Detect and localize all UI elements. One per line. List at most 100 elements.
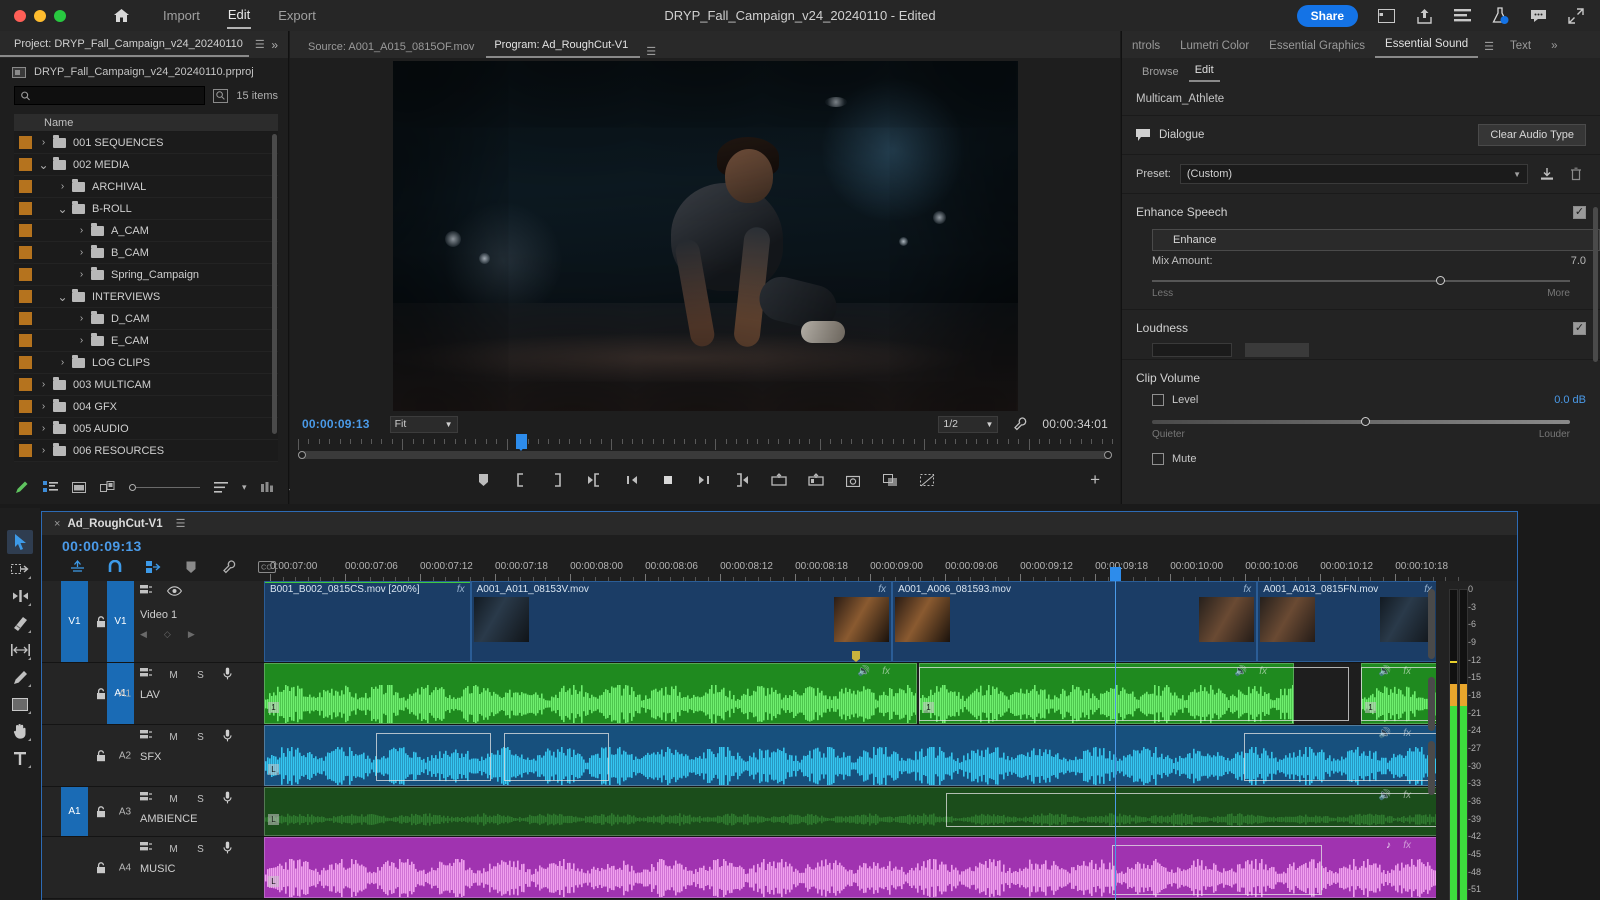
queue-icon[interactable] bbox=[1452, 6, 1472, 26]
add-marker-icon[interactable] bbox=[473, 471, 493, 489]
tab-text[interactable]: Text bbox=[1500, 35, 1541, 58]
chevron-right-icon[interactable]: › bbox=[76, 225, 87, 236]
enhance-speech-checkbox[interactable]: ✓ bbox=[1573, 206, 1586, 219]
loudness-preset-button[interactable] bbox=[1245, 343, 1309, 357]
rectangle-tool[interactable] bbox=[7, 692, 33, 716]
zoom-slider-knob[interactable] bbox=[129, 484, 136, 491]
clear-audio-type-button[interactable]: Clear Audio Type bbox=[1478, 124, 1586, 146]
clip-fade-selection[interactable] bbox=[1112, 845, 1322, 895]
fx-badge[interactable]: fx bbox=[457, 584, 465, 595]
track-clip-area-a3[interactable]: 🔊fxL bbox=[264, 787, 1436, 836]
track-lock-icon[interactable] bbox=[94, 806, 107, 818]
bin-row[interactable]: ⌄002 MEDIA bbox=[14, 154, 278, 176]
export-frame-icon[interactable] bbox=[843, 471, 863, 489]
comment-icon[interactable] bbox=[1528, 6, 1548, 26]
subtab-edit[interactable]: Edit bbox=[1189, 61, 1220, 82]
track-lock-icon[interactable] bbox=[94, 616, 107, 628]
bin-row[interactable]: ›E_CAM bbox=[14, 330, 278, 352]
tab-import[interactable]: Import bbox=[162, 4, 201, 28]
track-lock-icon[interactable] bbox=[94, 862, 107, 874]
track-sync-lock-icon[interactable] bbox=[140, 842, 153, 856]
bin-row[interactable]: ›A_CAM bbox=[14, 220, 278, 242]
fx-badge[interactable]: fx bbox=[878, 584, 886, 595]
ripple-edit-tool[interactable] bbox=[7, 584, 33, 608]
export-share-icon[interactable] bbox=[1414, 6, 1434, 26]
chevron-right-icon[interactable]: › bbox=[57, 181, 68, 192]
chevron-right-icon[interactable]: › bbox=[38, 379, 49, 390]
step-back-icon[interactable] bbox=[621, 471, 641, 489]
chevron-down-icon[interactable]: ⌄ bbox=[57, 290, 68, 304]
level-checkbox[interactable] bbox=[1152, 394, 1164, 406]
track-sync-lock-icon[interactable] bbox=[140, 668, 153, 682]
chevron-down-icon[interactable]: ▾ bbox=[242, 479, 247, 495]
video-clip[interactable]: B001_B002_0815CS.mov [200%]fx bbox=[264, 581, 471, 662]
next-keyframe-icon[interactable]: ▶ bbox=[188, 629, 195, 640]
track-select-forward-tool[interactable] bbox=[7, 557, 33, 581]
chevron-down-icon[interactable]: ⌄ bbox=[57, 202, 68, 216]
bin-row[interactable]: ⌄INTERVIEWS bbox=[14, 286, 278, 308]
mute-track-button[interactable]: M bbox=[167, 794, 180, 805]
safe-margins-icon[interactable] bbox=[917, 471, 937, 489]
linked-selection-icon[interactable] bbox=[144, 559, 162, 575]
bin-row[interactable]: ›LOG CLIPS bbox=[14, 352, 278, 374]
track-sync-lock-icon[interactable] bbox=[140, 792, 153, 806]
tab-lumetri-color[interactable]: Lumetri Color bbox=[1170, 35, 1259, 58]
level-slider-knob[interactable] bbox=[1361, 417, 1370, 426]
thumbnail-size-icon[interactable] bbox=[261, 479, 275, 495]
preset-select[interactable]: (Custom) ▼ bbox=[1180, 164, 1528, 184]
bin-row[interactable]: ›006 RESOURCES bbox=[14, 440, 278, 462]
timeline-settings-icon[interactable] bbox=[220, 559, 238, 575]
button-editor-plus[interactable]: + bbox=[1090, 470, 1100, 490]
voice-over-record-icon[interactable] bbox=[221, 729, 234, 745]
comparison-view-icon[interactable] bbox=[880, 471, 900, 489]
subtab-browse[interactable]: Browse bbox=[1136, 63, 1185, 82]
track-lock-icon[interactable] bbox=[94, 750, 107, 762]
track-target-v1[interactable]: V1 bbox=[107, 581, 134, 662]
clip-fade-selection[interactable] bbox=[919, 667, 1349, 721]
voice-over-record-icon[interactable] bbox=[221, 667, 234, 683]
toggle-track-output-icon[interactable] bbox=[167, 586, 180, 599]
bin-row[interactable]: ›Spring_Campaign bbox=[14, 264, 278, 286]
snap-magnet-icon[interactable] bbox=[106, 559, 124, 575]
zoom-level-select[interactable]: Fit ▼ bbox=[390, 416, 458, 433]
track-sync-lock-icon[interactable] bbox=[140, 585, 153, 599]
chevron-right-icon[interactable]: › bbox=[38, 401, 49, 412]
essential-sound-scrollbar[interactable] bbox=[1593, 207, 1598, 362]
tab-edit[interactable]: Edit bbox=[227, 3, 251, 29]
search-input[interactable] bbox=[14, 86, 205, 105]
bin-row[interactable]: ⌄B-ROLL bbox=[14, 198, 278, 220]
project-overflow-icon[interactable]: » bbox=[271, 38, 288, 52]
audio-clip[interactable]: 🔊fx1 bbox=[264, 663, 917, 724]
filter-bin-icon[interactable] bbox=[213, 89, 228, 103]
clip-fade-selection[interactable] bbox=[376, 733, 491, 781]
video-clip[interactable]: A001_A013_0815FN.movfx bbox=[1257, 581, 1438, 662]
fx-badge[interactable]: fx bbox=[1243, 584, 1251, 595]
monitor-duration-timecode[interactable]: 00:00:34:01 bbox=[1042, 417, 1108, 431]
panel-layout-icon[interactable] bbox=[1376, 6, 1396, 26]
video-clip[interactable]: A001_A006_081593.movfx bbox=[892, 581, 1257, 662]
window-controls[interactable] bbox=[0, 10, 66, 22]
selection-tool[interactable] bbox=[7, 530, 33, 554]
program-video-frame[interactable] bbox=[393, 61, 1018, 411]
pen-tool[interactable] bbox=[7, 665, 33, 689]
bin-row[interactable]: ›B_CAM bbox=[14, 242, 278, 264]
go-to-out-icon[interactable] bbox=[732, 471, 752, 489]
icon-view-icon[interactable] bbox=[72, 479, 86, 495]
mix-slider-knob[interactable] bbox=[1436, 276, 1445, 285]
mix-amount-slider[interactable] bbox=[1152, 276, 1570, 286]
mute-track-button[interactable]: M bbox=[167, 844, 180, 855]
mute-checkbox[interactable] bbox=[1152, 453, 1164, 465]
lift-icon[interactable] bbox=[769, 471, 789, 489]
tab-source-monitor[interactable]: Source: A001_A015_0815OF.mov bbox=[300, 36, 486, 58]
chevron-right-icon[interactable]: › bbox=[38, 423, 49, 434]
loudness-checkbox[interactable]: ✓ bbox=[1573, 322, 1586, 335]
chevron-right-icon[interactable]: › bbox=[76, 269, 87, 280]
add-keyframe-icon[interactable]: ◇ bbox=[164, 629, 171, 640]
tab-essential-graphics[interactable]: Essential Graphics bbox=[1259, 35, 1375, 58]
track-target-a3[interactable]: A1 bbox=[61, 787, 88, 836]
pen-icon[interactable] bbox=[14, 479, 29, 495]
monitor-playhead[interactable] bbox=[516, 434, 527, 449]
monitor-current-timecode[interactable]: 00:00:09:13 bbox=[302, 417, 370, 431]
play-stop-icon[interactable] bbox=[658, 471, 678, 489]
track-scrollbar[interactable] bbox=[1428, 741, 1435, 795]
